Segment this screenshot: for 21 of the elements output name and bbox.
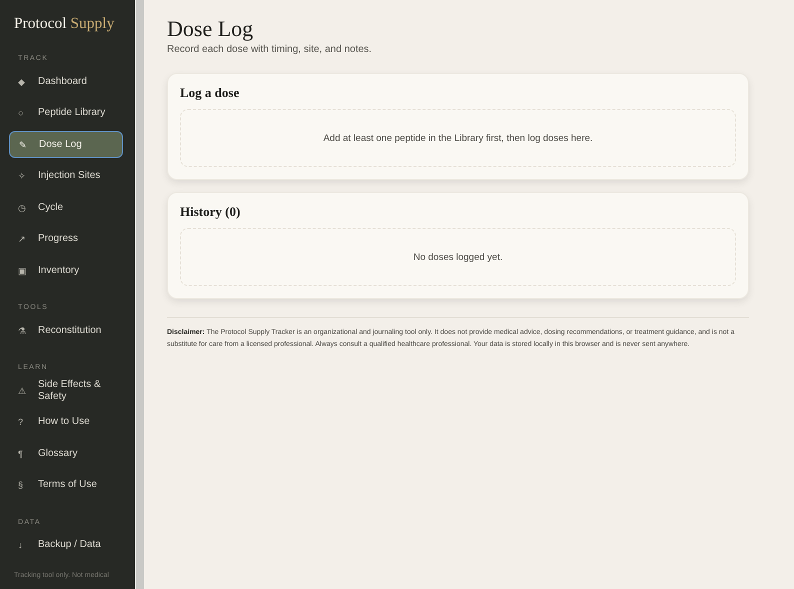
sidebar-item[interactable]: ◆ Dashboard [9,68,123,95]
empty-state: Add at least one peptide in the Library first, then log doses here. [180,109,736,167]
sidebar-item[interactable]: § Terms of Use [9,472,123,498]
app-logo[interactable]: Protocol Supply [14,15,114,35]
card-title: History (0) [180,204,240,220]
sidebar-item[interactable]: ↗ Progress [9,226,123,252]
sidebar-item[interactable]: ↓ Backup / Data [9,532,123,558]
sidebar-item[interactable]: ✧ Injection Sites [9,162,123,190]
sidebar-item[interactable]: ◷ Cycle [9,194,123,221]
sidebar-item[interactable]: ? How to Use [9,408,123,436]
empty-state: No doses logged yet. [180,228,736,286]
sidebar-item[interactable]: ✎ Dose Log [9,131,123,158]
scrollbar[interactable] [135,0,144,589]
page-subtitle: Record each dose with timing, site, and notes. [167,44,372,55]
sidebar-item[interactable]: ▣ Inventory [9,257,123,284]
sidebar-item[interactable]: ⚠ Side Effects & Safety [9,377,123,404]
card-title: Log a dose [180,85,240,101]
sidebar-item[interactable]: ⚗ Reconstitution [9,317,123,344]
page-title: Dose Log [167,16,254,42]
sidebar-item[interactable]: ¶ Glossary [9,440,123,467]
sidebar-item[interactable]: ○ Peptide Library [9,100,123,126]
